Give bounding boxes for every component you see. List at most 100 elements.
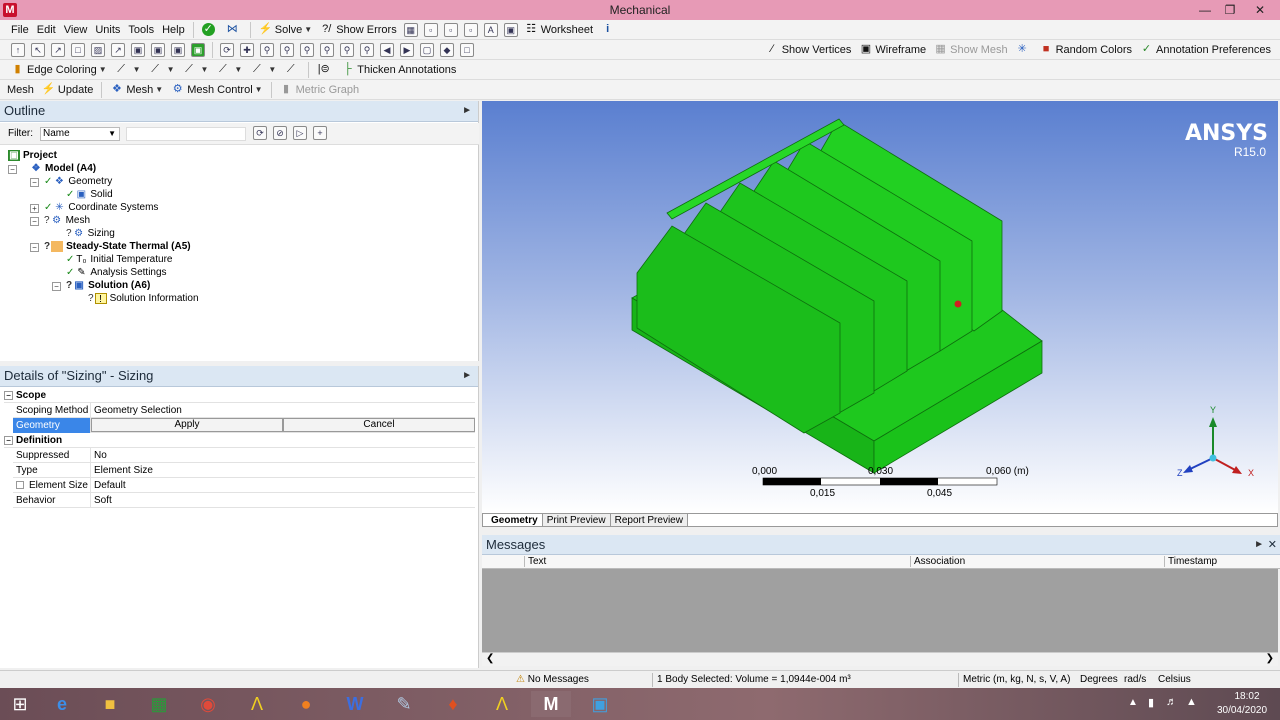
word-icon[interactable]: W: [335, 691, 375, 717]
battery-icon[interactable]: ▮: [1148, 696, 1154, 709]
next-view-icon[interactable]: ▶: [400, 42, 414, 57]
text-icon[interactable]: A: [483, 22, 498, 37]
collapse-icon[interactable]: −: [30, 178, 39, 187]
scroll-right-icon[interactable]: ❯: [1266, 653, 1274, 664]
image-icon[interactable]: ▣: [503, 22, 518, 37]
tree-item-analysis-settings[interactable]: ✓ ✎ Analysis Settings: [66, 266, 167, 279]
zoom-fit-icon[interactable]: ⚲: [300, 42, 314, 57]
menu-edit[interactable]: Edit: [34, 21, 59, 39]
messages-scrollbar[interactable]: ❮ ❯: [482, 652, 1278, 666]
firefox-icon[interactable]: ●: [286, 691, 326, 717]
type-value[interactable]: Element Size: [91, 463, 153, 478]
scoping-method-row[interactable]: Scoping Method Geometry Selection: [13, 402, 475, 418]
tree-item-solution[interactable]: ? ▣ Solution (A6): [66, 279, 150, 292]
parameter-checkbox[interactable]: [16, 480, 24, 489]
behavior-row[interactable]: Behavior Soft: [13, 492, 475, 508]
tree-item-project[interactable]: ▣ Project: [8, 149, 57, 162]
mesh-menu-button[interactable]: ❖ Mesh ▼: [107, 81, 166, 99]
geometry-row[interactable]: Geometry Apply Cancel: [13, 417, 475, 433]
new-chart-icon[interactable]: ▫: [423, 22, 438, 37]
thin-annotations-icon[interactable]: |⊜: [314, 61, 336, 79]
metric-graph-button[interactable]: ▮ Metric Graph: [277, 81, 363, 99]
excel-icon[interactable]: ▦: [139, 691, 179, 717]
filter-select[interactable]: Name ▼: [40, 127, 120, 141]
clock-date[interactable]: 30/04/2020: [1212, 705, 1272, 716]
filter-clear-icon[interactable]: ⊘: [273, 126, 287, 140]
network-icon[interactable]: ▲: [1186, 696, 1197, 708]
random-colors-button[interactable]: ■ Random Colors: [1037, 41, 1135, 59]
label-icon[interactable]: ◆: [440, 42, 454, 57]
angle-unit[interactable]: Degrees: [1080, 673, 1118, 687]
refresh-icon[interactable]: ⟳: [253, 126, 267, 140]
clock-time[interactable]: 18:02: [1222, 691, 1272, 702]
solve-button[interactable]: ⚡ Solve ▼: [256, 21, 315, 39]
edge-style-6-icon[interactable]: ⟋: [281, 61, 303, 79]
tree-item-coordinate-systems[interactable]: ✓ ✳ Coordinate Systems: [44, 201, 158, 214]
filter-text-input[interactable]: [126, 127, 246, 141]
windows-start-icon[interactable]: ⊞: [0, 691, 40, 717]
edge-style-5-icon[interactable]: ⟋ ▼: [247, 61, 279, 79]
worksheet-button[interactable]: ☷ Worksheet: [522, 21, 596, 39]
messages-status[interactable]: ⚠ No Messages: [516, 673, 589, 687]
new-section-icon[interactable]: ▦: [403, 22, 418, 37]
suppressed-row[interactable]: Suppressed No: [13, 447, 475, 463]
tree-item-solid[interactable]: ✓ ▣ Solid: [66, 188, 113, 201]
previous-view-icon[interactable]: ◀: [380, 42, 394, 57]
zoom-fit-all-icon[interactable]: ⚲: [320, 42, 334, 57]
column-association[interactable]: Association: [910, 556, 1164, 567]
column-timestamp[interactable]: Timestamp: [1164, 556, 1280, 567]
face-select-icon[interactable]: □: [71, 42, 85, 57]
unit-system[interactable]: Metric (m, kg, N, s, V, A): [958, 673, 1070, 687]
mesh-control-button[interactable]: ⚙ Mesh Control ▼: [168, 81, 265, 99]
pin-icon[interactable]: ►: [462, 366, 472, 386]
close-icon[interactable]: ✕: [1268, 535, 1277, 555]
scoping-method-value[interactable]: Geometry Selection: [91, 403, 182, 418]
cancel-button[interactable]: Cancel: [283, 418, 475, 432]
chrome-icon[interactable]: ◉: [188, 691, 228, 717]
tree-item-model[interactable]: ❖ Model (A4): [30, 162, 97, 175]
tab-report-preview[interactable]: Report Preview: [610, 514, 688, 526]
zoom-to-selection-icon[interactable]: ⚲: [340, 42, 354, 57]
zoom-icon[interactable]: ⚲: [260, 42, 274, 57]
expand-all-icon[interactable]: +: [313, 126, 327, 140]
thicken-annotations-button[interactable]: ├ Thicken Annotations: [338, 61, 459, 79]
update-button[interactable]: ⚡ Update: [39, 81, 96, 99]
rotate-icon[interactable]: ⟳: [220, 42, 234, 57]
tab-print-preview[interactable]: Print Preview: [542, 514, 611, 526]
body-select-icon[interactable]: ▨: [91, 42, 105, 57]
tree-item-mesh[interactable]: ? ⚙ Mesh: [44, 214, 90, 227]
collapse-icon[interactable]: −: [30, 217, 39, 226]
suppressed-value[interactable]: No: [91, 448, 107, 463]
box-select-icon[interactable]: ▣: [171, 42, 185, 57]
pan-icon[interactable]: ✚: [240, 42, 254, 57]
column-text[interactable]: Text: [524, 556, 910, 567]
restore-icon[interactable]: ❐: [1215, 0, 1245, 20]
edge-style-2-icon[interactable]: ⟋ ▼: [146, 61, 178, 79]
element-size-value[interactable]: Default: [91, 478, 126, 493]
menu-file[interactable]: File: [8, 21, 32, 39]
speaker-icon[interactable]: ♬: [1166, 696, 1177, 708]
tree-item-steady-state-thermal[interactable]: ? Steady-State Thermal (A5): [44, 240, 191, 253]
tree-item-geometry[interactable]: ✓ ❖ Geometry: [44, 175, 112, 188]
apply-button[interactable]: Apply: [91, 418, 283, 432]
wireframe-button[interactable]: ▣ Wireframe: [856, 41, 929, 59]
menu-tools[interactable]: Tools: [125, 21, 157, 39]
behavior-value[interactable]: Soft: [91, 493, 112, 508]
temperature-unit[interactable]: Celsius: [1158, 673, 1191, 687]
vertex-select-icon[interactable]: ↖: [31, 42, 45, 57]
mechanical-icon[interactable]: M: [531, 691, 571, 717]
annotation-preferences-button[interactable]: ✓ Annotation Preferences: [1137, 41, 1274, 59]
comment-icon[interactable]: ▫: [463, 22, 478, 37]
edge-style-3-icon[interactable]: ⟋ ▼: [179, 61, 211, 79]
graphics-viewport[interactable]: ANSYS R15.0 0,000 0,030 0,060 (m) 0,015 …: [482, 101, 1278, 513]
iso-view-icon[interactable]: ▢: [420, 42, 434, 57]
pin-icon[interactable]: ►: [1254, 535, 1264, 555]
rotational-velocity-unit[interactable]: rad/s: [1124, 673, 1146, 687]
collapse-icon[interactable]: −: [52, 282, 61, 291]
menu-units[interactable]: Units: [92, 21, 123, 39]
collapse-icon[interactable]: −: [8, 165, 17, 174]
autocad-icon[interactable]: Λ: [237, 691, 277, 717]
cursor-mode-icon[interactable]: ↗: [111, 42, 125, 57]
edge-select-icon[interactable]: ↗: [51, 42, 65, 57]
close-icon[interactable]: ✕: [1245, 0, 1275, 20]
